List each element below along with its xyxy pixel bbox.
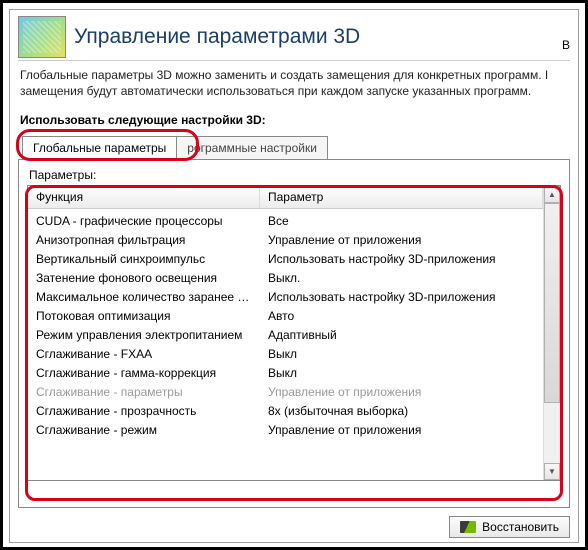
- scroll-up-button[interactable]: ▲: [544, 186, 560, 203]
- cell-param: Использовать настройку 3D-приложения: [260, 251, 543, 267]
- desc-line2: замещения будут автоматически использова…: [20, 84, 531, 98]
- table-row[interactable]: Сглаживание - режимУправление от приложе…: [28, 420, 543, 439]
- cell-param: Выкл: [260, 365, 543, 381]
- description: Глобальные параметры 3D можно заменить и…: [10, 61, 578, 103]
- tab-program[interactable]: рограммные настройки: [176, 136, 328, 159]
- cell-param: Управление от приложения: [260, 422, 543, 438]
- section-label: Использовать следующие настройки 3D:: [10, 103, 578, 133]
- table-row[interactable]: Сглаживание - гамма-коррекцияВыкл: [28, 363, 543, 382]
- col-header-function[interactable]: Функция: [28, 186, 260, 208]
- cell-function: Вертикальный синхроимпульс: [28, 251, 260, 267]
- scroll-down-button[interactable]: ▼: [544, 463, 560, 480]
- table-row[interactable]: Анизотропная фильтрацияУправление от при…: [28, 230, 543, 249]
- page-title: Управление параметрами 3D: [74, 25, 360, 49]
- nvidia-3d-icon: [18, 16, 66, 58]
- col-header-param[interactable]: Параметр: [260, 186, 543, 208]
- cell-function: Сглаживание - параметры: [28, 384, 260, 400]
- cell-param: Все: [260, 213, 543, 229]
- cell-function: Затенение фонового освещения: [28, 270, 260, 286]
- table-row[interactable]: CUDA - графические процессорыВсе: [28, 211, 543, 230]
- table-row[interactable]: Потоковая оптимизацияАвто: [28, 306, 543, 325]
- cell-function: Сглаживание - гамма-коррекция: [28, 365, 260, 381]
- table-row[interactable]: Сглаживание - FXAAВыкл: [28, 344, 543, 363]
- table-row[interactable]: Вертикальный синхроимпульсИспользовать н…: [28, 249, 543, 268]
- cell-function: Сглаживание - режим: [28, 422, 260, 438]
- cell-function: Сглаживание - FXAA: [28, 346, 260, 362]
- table-row[interactable]: Сглаживание - прозрачность8x (избыточная…: [28, 401, 543, 420]
- cell-param: Выкл: [260, 346, 543, 362]
- table-row[interactable]: Максимальное количество заранее под...Ис…: [28, 287, 543, 306]
- restore-label: Восстановить: [482, 520, 559, 534]
- table-row[interactable]: Сглаживание - параметрыУправление от при…: [28, 382, 543, 401]
- nvidia-logo-icon: [460, 521, 476, 533]
- cell-function: Потоковая оптимизация: [28, 308, 260, 324]
- cell-function: Сглаживание - прозрачность: [28, 403, 260, 419]
- params-label: Параметры:: [27, 168, 561, 182]
- table-row[interactable]: Затенение фонового освещенияВыкл.: [28, 268, 543, 287]
- cell-param: 8x (избыточная выборка): [260, 403, 543, 419]
- cell-param: Выкл.: [260, 270, 543, 286]
- table-row[interactable]: Режим управления электропитаниемАдаптивн…: [28, 325, 543, 344]
- cell-param: Управление от приложения: [260, 232, 543, 248]
- cell-function: Максимальное количество заранее под...: [28, 289, 260, 305]
- truncated-text: В: [562, 38, 570, 52]
- settings-table[interactable]: Функция Параметр CUDA - графические проц…: [28, 186, 543, 480]
- scroll-thumb[interactable]: [544, 203, 560, 403]
- cell-param: Управление от приложения: [260, 384, 543, 400]
- cell-function: Анизотропная фильтрация: [28, 232, 260, 248]
- restore-button[interactable]: Восстановить: [449, 516, 570, 538]
- cell-param: Адаптивный: [260, 327, 543, 343]
- desc-line1: Глобальные параметры 3D можно заменить и…: [20, 68, 548, 82]
- cell-param: Использовать настройку 3D-приложения: [260, 289, 543, 305]
- cell-function: Режим управления электропитанием: [28, 327, 260, 343]
- cell-function: CUDA - графические процессоры: [28, 213, 260, 229]
- cell-param: Авто: [260, 308, 543, 324]
- scrollbar[interactable]: ▲ ▼: [543, 186, 560, 480]
- tab-global[interactable]: Глобальные параметры: [22, 136, 177, 159]
